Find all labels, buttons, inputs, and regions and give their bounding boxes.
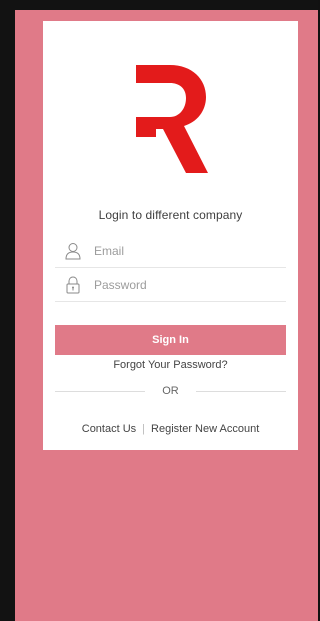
login-card: Login to different company Sign In Forgo…	[43, 21, 298, 450]
register-link[interactable]: Register New Account	[151, 423, 259, 435]
lock-icon	[66, 276, 80, 294]
sign-in-button[interactable]: Sign In	[55, 325, 286, 355]
email-field	[55, 235, 286, 268]
screen: Login to different company Sign In Forgo…	[0, 0, 318, 621]
user-icon	[65, 243, 81, 260]
footer-links: Contact Us | Register New Account	[43, 423, 298, 435]
r-logo-icon	[136, 65, 208, 173]
page-title: Login to different company	[98, 208, 243, 222]
divider-line-right	[196, 391, 286, 392]
password-input[interactable]	[94, 275, 282, 295]
email-input[interactable]	[94, 241, 282, 261]
footer-separator: |	[142, 423, 146, 435]
password-field	[55, 269, 286, 302]
or-divider: OR	[55, 385, 286, 399]
forgot-password-link[interactable]: Forgot Your Password?	[43, 359, 298, 371]
contact-us-link[interactable]: Contact Us	[82, 423, 136, 435]
